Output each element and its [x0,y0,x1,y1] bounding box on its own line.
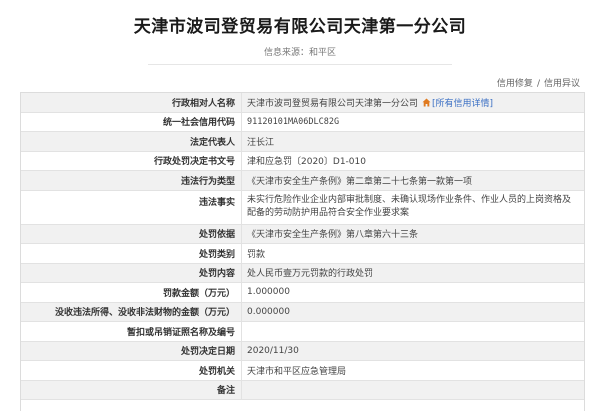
row-label: 法定代表人 [21,132,242,151]
row-label: 处罚类别 [21,244,242,263]
entity-name: 天津市波司登贸易有限公司天津第一分公司 [247,98,419,109]
credit-repair-link[interactable]: 信用修复 [497,79,533,89]
row-value: 罚款 [242,244,584,263]
row-label: 处罚机关 [21,361,242,380]
table-row: 处罚类别 罚款 [21,244,584,264]
page-title: 天津市波司登贸易有限公司天津第一分公司 [133,17,467,37]
row-label: 违法行为类型 [21,171,242,190]
table-row: 行政相对人名称 天津市波司登贸易有限公司天津第一分公司 [所有信用详情] [21,93,584,113]
action-links: 信用修复 / 信用异议 [497,76,580,89]
all-credit-details-link[interactable]: [所有信用详情] [432,96,493,109]
row-value: 天津市波司登贸易有限公司天津第一分公司 [所有信用详情] [242,93,584,112]
row-value: 1.000000 [242,283,584,302]
table-row: 法定代表人 汪长江 [21,132,584,152]
row-label: 统一社会信用代码 [21,112,242,131]
table-row: 违法事实 未实行危险作业企业内部审批制度、未确认现场作业条件、作业人员的上岗资格… [21,190,584,225]
row-label: 备注 [21,380,242,399]
row-value [242,380,584,399]
table-row: 处罚机关 天津市和平区应急管理局 [21,361,584,381]
row-label: 违法事实 [21,190,242,224]
table-row: 处罚决定日期 2020/11/30 [21,341,584,361]
row-value: 2020/11/30 [242,341,584,360]
title-divider [148,64,452,65]
row-value: 未实行危险作业企业内部审批制度、未确认现场作业条件、作业人员的上岗资格及配备的劳… [242,190,584,224]
table-row: 暂扣或吊销证照名称及编号 [21,322,584,342]
table-row: 行政处罚决定书文号 津和应急罚〔2020〕D1-010 [21,151,584,171]
row-value: 0.000000 [242,302,584,321]
table-row: 违法行为类型 《天津市安全生产条例》第二章第二十七条第一款第一项 [21,171,584,191]
row-label: 没收违法所得、没收非法财物的金额（万元） [21,302,242,321]
row-value: 《天津市安全生产条例》第八章第六十三条 [242,224,584,243]
row-label: 暂扣或吊销证照名称及编号 [21,322,242,341]
table-row: 处罚内容 处人民币壹万元罚款的行政处罚 [21,263,584,283]
row-label: 行政相对人名称 [21,93,242,112]
table-row: 统一社会信用代码 91120101MA06DLC82G [21,112,584,132]
row-label: 处罚依据 [21,224,242,243]
table-row: 处罚依据 《天津市安全生产条例》第八章第六十三条 [21,224,584,244]
table-row: 罚款金额（万元） 1.000000 [21,283,584,303]
credit-objection-link[interactable]: 信用异议 [544,79,580,89]
row-label: 处罚决定日期 [21,341,242,360]
action-divider: / [536,79,540,89]
row-value: 汪长江 [242,132,584,151]
row-value: 91120101MA06DLC82G [242,112,584,131]
detail-table: 行政相对人名称 天津市波司登贸易有限公司天津第一分公司 [所有信用详情] 统一社… [20,92,585,411]
table-row: 备注 [21,380,584,400]
row-label: 处罚内容 [21,263,242,282]
page: 天津市波司登贸易有限公司天津第一分公司 信息来源：和平区 信用修复 / 信用异议 行… [0,0,600,411]
row-value: 处人民币壹万元罚款的行政处罚 [242,263,584,282]
row-value: 《天津市安全生产条例》第二章第二十七条第一款第一项 [242,171,584,190]
row-label: 罚款金额（万元） [21,283,242,302]
table-row: 没收违法所得、没收非法财物的金额（万元） 0.000000 [21,302,584,322]
home-icon [422,98,431,107]
info-source: 信息来源：和平区 [263,48,336,58]
row-label: 行政处罚决定书文号 [21,151,242,170]
row-value: 天津市和平区应急管理局 [242,361,584,380]
row-value [242,322,584,341]
row-value: 津和应急罚〔2020〕D1-010 [242,151,584,170]
